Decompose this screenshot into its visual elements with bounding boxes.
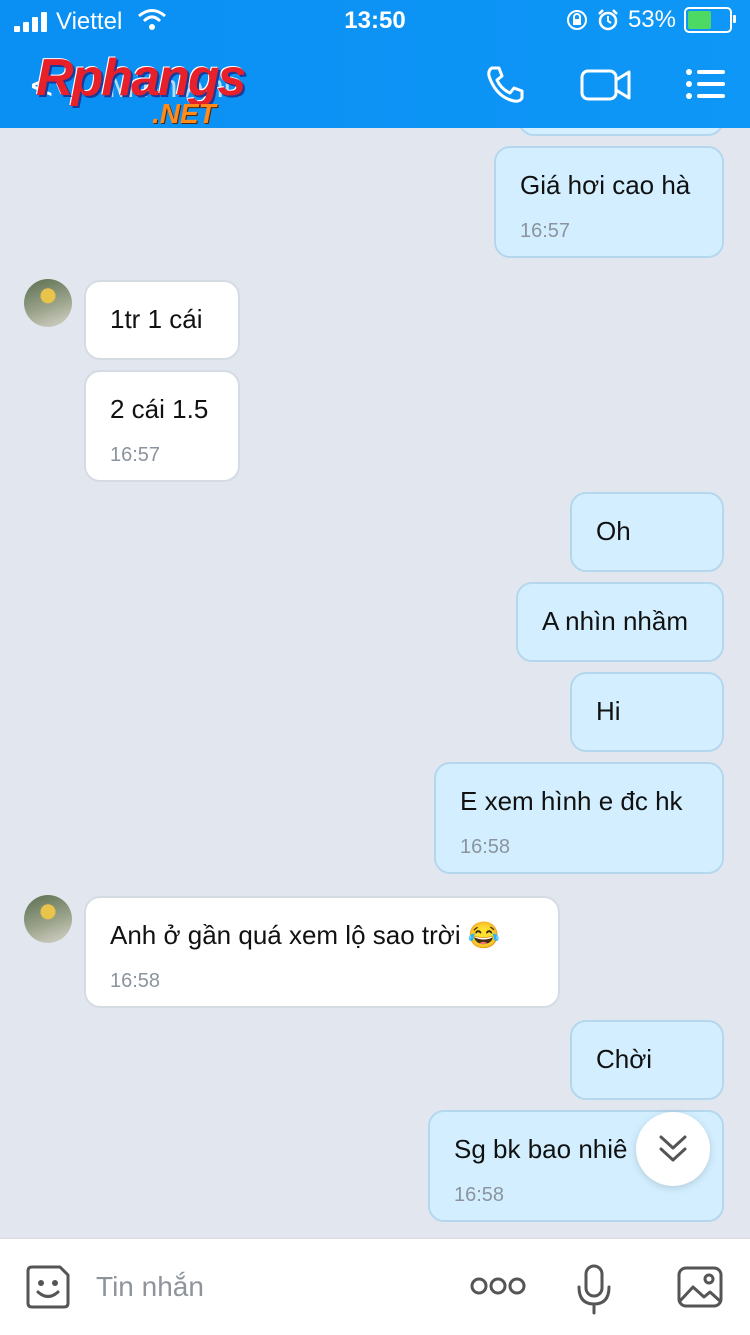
laughing-emoji-icon: 😂 — [467, 920, 501, 950]
logo-sub-text: .NET — [152, 98, 216, 129]
message-bubble[interactable]: 1tr 1 cái — [84, 280, 240, 360]
alarm-icon — [598, 9, 618, 31]
battery-percent: 53% — [627, 6, 676, 33]
message-composer: Tin nhắn — [0, 1238, 750, 1335]
phone-icon[interactable] — [484, 64, 528, 104]
status-bar: Viettel 13:50 53% — [0, 0, 750, 40]
message-bubble-partial — [518, 128, 724, 136]
message-input[interactable]: Tin nhắn — [96, 1271, 204, 1303]
microphone-icon[interactable] — [576, 1263, 612, 1315]
message-bubble[interactable]: A nhìn nhầm — [516, 582, 724, 662]
message-text: 1tr 1 cái — [110, 304, 203, 334]
double-chevron-down-icon — [659, 1135, 687, 1162]
more-icon[interactable] — [470, 1273, 526, 1299]
message-text: Anh ở gần quá xem lộ sao trời 😂 — [110, 920, 501, 950]
message-time: 16:57 — [110, 444, 161, 466]
message-time: 16:57 — [520, 220, 571, 242]
avatar[interactable] — [24, 279, 72, 327]
battery-icon — [684, 7, 736, 33]
message-text: Sg bk bao nhiê — [454, 1134, 628, 1164]
message-bubble[interactable]: Chời — [570, 1020, 724, 1100]
watermark-logo: Rphangs .NET — [36, 48, 276, 129]
video-icon[interactable] — [580, 64, 632, 104]
scroll-to-bottom-button[interactable] — [636, 1112, 710, 1186]
message-bubble[interactable]: 2 cái 1.5 16:57 — [84, 370, 240, 482]
message-text: Chời — [596, 1044, 653, 1074]
message-text: Hi — [596, 696, 621, 726]
message-bubble[interactable]: Oh — [570, 492, 724, 572]
message-text: E xem hình e đc hk — [460, 786, 683, 816]
message-time: 16:58 — [454, 1184, 505, 1206]
message-bubble[interactable]: Giá hơi cao hà 16:57 — [494, 146, 724, 258]
message-bubble[interactable]: Anh ở gần quá xem lộ sao trời 😂 16:58 — [84, 896, 560, 1008]
message-time: 16:58 — [460, 836, 511, 858]
sticker-icon[interactable] — [24, 1263, 72, 1311]
message-text: Giá hơi cao hà — [520, 170, 691, 200]
message-time: 16:58 — [110, 970, 161, 992]
image-icon[interactable] — [676, 1263, 724, 1311]
app-header: Viettel 13:50 53% < Minh Anh Rphangs .NE… — [0, 0, 750, 129]
message-text: 2 cái 1.5 — [110, 394, 209, 424]
avatar[interactable] — [24, 895, 72, 943]
message-bubble[interactable]: E xem hình e đc hk 16:58 — [434, 762, 724, 874]
message-text: A nhìn nhầm — [542, 606, 688, 636]
message-bubble[interactable]: Hi — [570, 672, 724, 752]
rotation-lock-icon — [566, 10, 587, 30]
list-icon[interactable] — [684, 64, 728, 104]
chat-thread[interactable]: Giá hơi cao hà 16:57 1tr 1 cái 2 cái 1.5… — [0, 128, 750, 1238]
message-text: Oh — [596, 516, 631, 546]
